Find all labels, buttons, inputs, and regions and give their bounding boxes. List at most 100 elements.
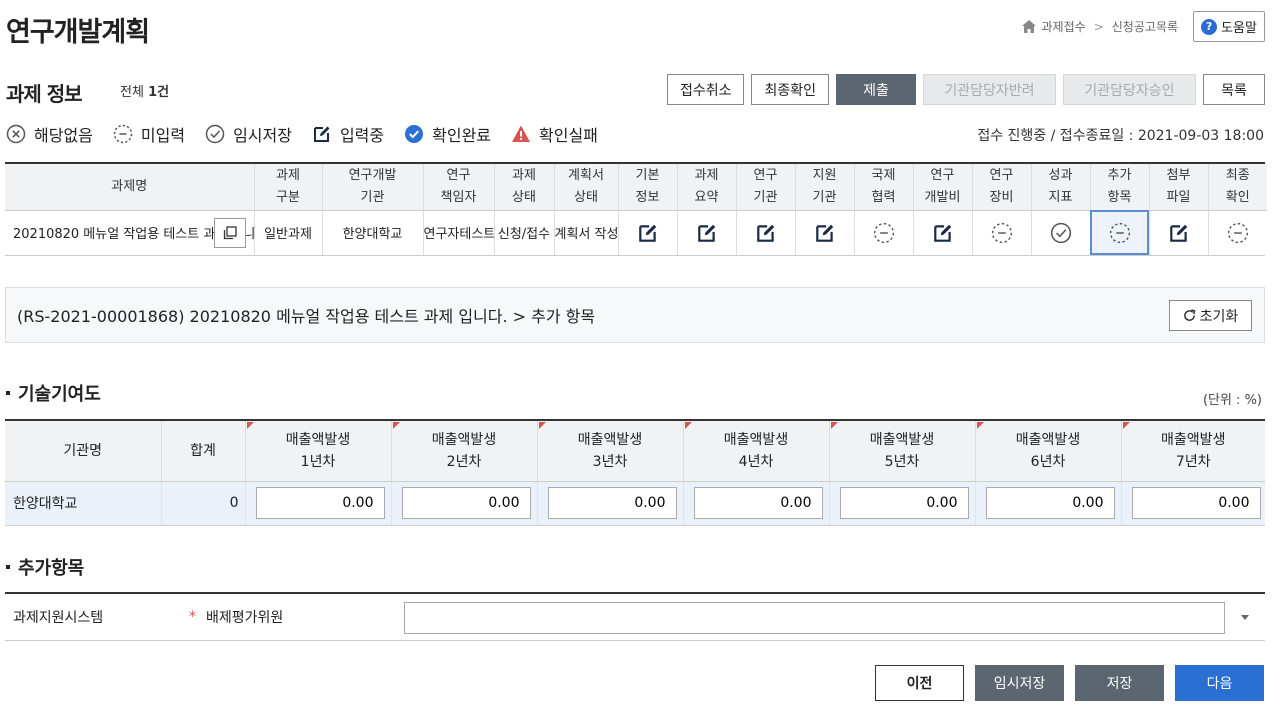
current-path-text: (RS-2021-00001868) 20210820 메뉴얼 작업용 테스트 …: [17, 307, 596, 326]
column-header: 매출액발생 6년차: [975, 421, 1122, 482]
task-summary-cell[interactable]: [677, 210, 737, 255]
dashed-circle-icon: [113, 124, 133, 144]
legend-temp-saved: 임시저장: [205, 122, 292, 146]
column-header: 합계: [161, 421, 246, 482]
section-title: 과제 정보: [6, 82, 83, 106]
column-header: 첨부 파일: [1149, 164, 1209, 211]
column-header: 지원 기관: [795, 164, 855, 211]
dashed-circle-icon: [1227, 222, 1248, 243]
column-header: 국제 협력: [854, 164, 914, 211]
agency-approve-button[interactable]: 기관담당자승인: [1063, 74, 1196, 105]
attachment-cell[interactable]: [1149, 210, 1209, 255]
chevron-down-icon[interactable]: [1241, 615, 1249, 620]
legend-label: 해당없음: [34, 126, 93, 145]
footer-buttons: 이전 임시저장 저장 다음: [875, 665, 1264, 701]
copy-button[interactable]: [214, 217, 246, 248]
total-prefix: 전체: [120, 85, 144, 100]
legend-not-entered: 미입력: [113, 122, 185, 146]
cancel-receipt-button[interactable]: 접수취소: [666, 74, 745, 105]
page-title: 연구개발계획: [6, 17, 150, 48]
refresh-icon: [1183, 309, 1196, 321]
excluded-reviewer-select[interactable]: [404, 602, 1225, 634]
breadcrumb-item-announcement-list[interactable]: 신청공고목록: [1112, 18, 1178, 35]
additional-items-cell[interactable]: [1090, 210, 1150, 255]
circle-check-icon: [205, 124, 225, 144]
intl-coop-cell[interactable]: [854, 210, 914, 255]
save-button[interactable]: 저장: [1075, 665, 1164, 701]
final-check-cell[interactable]: [1208, 210, 1267, 255]
year-2-input[interactable]: [401, 487, 531, 519]
legend-entering: 입력중: [312, 122, 384, 146]
question-icon: ?: [1201, 18, 1218, 35]
column-header: 매출액발생 7년차: [1121, 421, 1265, 482]
grid-header-row: 과제명 과제 구분 연구개발 기관 연구 책임자 과제 상태 계획서 상태 기본 정보 과제 …: [5, 164, 1267, 211]
agency-reject-button[interactable]: 기관담당자반려: [923, 74, 1056, 105]
year-4-input[interactable]: [693, 487, 823, 519]
column-header: 연구 책임자: [423, 164, 495, 211]
help-button[interactable]: ? 도움말: [1193, 11, 1265, 42]
column-header: 연구 개발비: [913, 164, 973, 211]
year-value-cell: [1121, 481, 1265, 526]
column-header: 추가 항목: [1090, 164, 1150, 211]
check-circle-filled-icon: [405, 125, 424, 143]
year-value-cell: [683, 481, 830, 526]
task-name-cell[interactable]: 20210820 메뉴얼 작업용 테스트 과제 입니다.: [5, 210, 255, 255]
task-status-cell: 신청/접수: [494, 210, 555, 255]
support-system-label: 과제지원시스템: [13, 610, 104, 626]
reset-button[interactable]: 초기화: [1169, 300, 1252, 331]
current-path-box: (RS-2021-00001868) 20210820 메뉴얼 작업용 테스트 …: [5, 287, 1265, 343]
year-6-input[interactable]: [985, 487, 1115, 519]
column-header: 매출액발생 1년차: [245, 421, 392, 482]
rd-budget-cell[interactable]: [913, 210, 973, 255]
column-header: 과제명: [5, 164, 255, 211]
task-type-cell: 일반과제: [254, 210, 323, 255]
legend-none: 해당없음: [6, 122, 93, 146]
copy-icon: [223, 225, 237, 239]
submit-button[interactable]: 제출: [836, 74, 916, 105]
column-header: 계획서 상태: [554, 164, 619, 211]
temp-save-button[interactable]: 임시저장: [975, 665, 1064, 701]
year-5-input[interactable]: [839, 487, 969, 519]
next-button[interactable]: 다음: [1175, 665, 1264, 701]
edit-icon: [815, 224, 833, 242]
column-header: 매출액발생 5년차: [829, 421, 976, 482]
year-7-input[interactable]: [1131, 487, 1261, 519]
plan-status-cell: 계획서 작성중: [554, 210, 619, 255]
pi-cell: 연구자테스트: [423, 210, 495, 255]
year-1-input[interactable]: [255, 487, 385, 519]
legend-label: 미입력: [140, 126, 186, 145]
equipment-cell[interactable]: [972, 210, 1032, 255]
edit-icon: [313, 126, 330, 142]
edit-icon: [697, 224, 715, 242]
list-button[interactable]: 목록: [1203, 74, 1265, 105]
year-value-cell: [537, 481, 684, 526]
column-header: 최종 확인: [1208, 164, 1267, 211]
final-check-button[interactable]: 최종확인: [751, 74, 829, 105]
tech-header-row: 기관명 합계 매출액발생 1년차 매출액발생 2년차 매출액발생 3년차 매출액발생 4년…: [5, 421, 1265, 482]
column-header: 매출액발생 4년차: [683, 421, 830, 482]
table-row[interactable]: 20210820 메뉴얼 작업용 테스트 과제 입니다. 일반과제 한양대학교 …: [5, 210, 1267, 255]
performance-cell[interactable]: [1031, 210, 1091, 255]
legend-label: 확인실패: [539, 126, 598, 145]
legend-failed: 확인실패: [511, 122, 598, 146]
legend-label: 입력중: [339, 126, 385, 145]
home-icon[interactable]: [1021, 20, 1036, 33]
additional-items-row: 과제지원시스템 * 배제평가위원: [5, 592, 1265, 641]
unit-label: (단위 : %): [1202, 393, 1262, 408]
org-name-cell: 한양대학교: [5, 481, 162, 526]
action-buttons: 접수취소 최종확인 제출 기관담당자반려 기관담당자승인 목록: [666, 74, 1265, 105]
support-org-cell[interactable]: [795, 210, 855, 255]
column-header: 연구 기관: [736, 164, 796, 211]
research-org-cell[interactable]: [736, 210, 796, 255]
prev-button[interactable]: 이전: [875, 665, 964, 701]
year-3-input[interactable]: [547, 487, 677, 519]
column-header: 기관명: [5, 421, 162, 482]
total-count: 전체 1건: [120, 81, 169, 100]
tech-contribution-table: 기관명 합계 매출액발생 1년차 매출액발생 2년차 매출액발생 3년차 매출액발생 4년…: [5, 419, 1265, 526]
basic-info-cell[interactable]: [618, 210, 678, 255]
dashed-circle-icon: [991, 222, 1012, 243]
total-count-value: 1건: [148, 85, 170, 100]
breadcrumb-item-task-receipt[interactable]: 과제접수: [1042, 18, 1086, 35]
column-header: 연구 장비: [972, 164, 1032, 211]
receipt-status-date: 접수 진행중 / 접수종료일 : 2021-09-03 18:00: [977, 128, 1264, 144]
